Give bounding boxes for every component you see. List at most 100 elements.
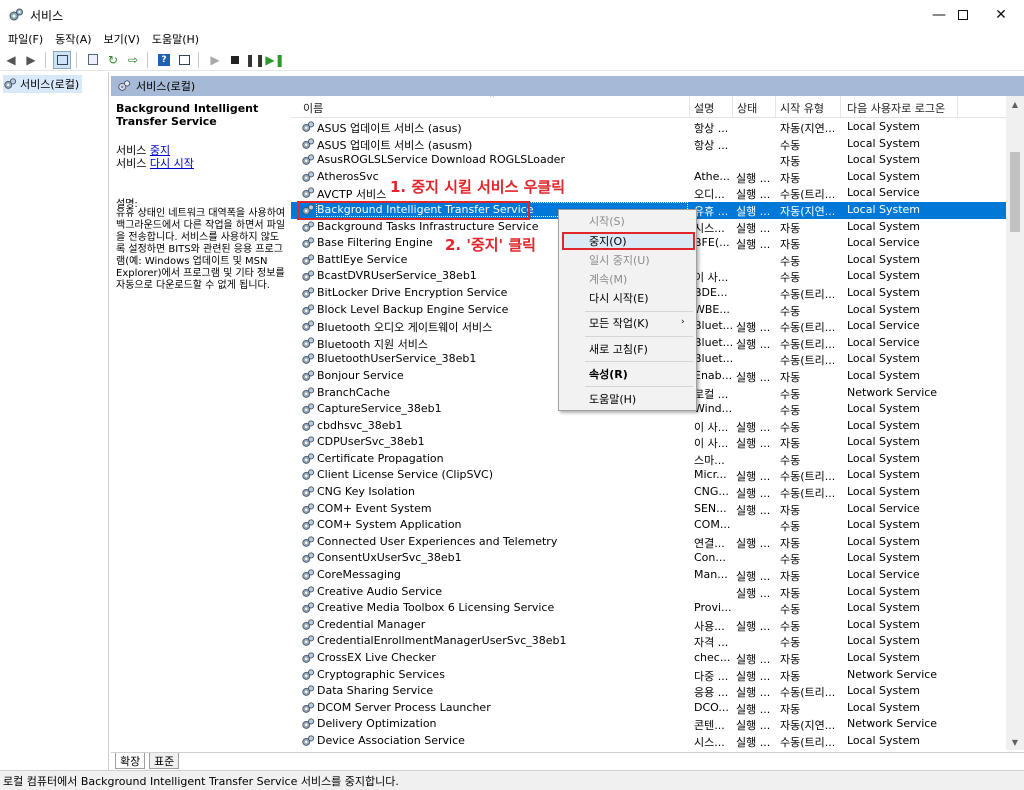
view-button[interactable] [175,51,193,69]
stop-service-link[interactable]: 중지 [150,144,170,157]
service-logon: Local System [847,584,921,598]
start-service-button[interactable]: ▶ [206,51,224,69]
help-button[interactable]: ? [155,51,173,69]
context-menu-stop[interactable]: 중지(O) [589,232,626,250]
show-tree-button[interactable] [53,50,71,69]
context-menu-properties[interactable]: 속성(R) [589,365,628,383]
service-description: 이 사... [694,271,729,285]
column-header-status[interactable]: 상태 [737,100,757,116]
toolbar: ◀ ▶ ↻ ⇨ ? ▶ ❚❚ ▶❚ [0,49,1024,71]
table-row[interactable]: Cryptographic Services 다중 ... 실행 ... 자동 Netw… [291,667,1006,684]
export-button[interactable]: ⇨ [124,51,142,69]
toolbar-separator [45,51,46,68]
table-row[interactable]: Creative Media Toolbox 6 Licensing Servi… [291,600,1006,617]
context-menu-start[interactable]: 시작(S) [589,212,625,230]
column-separator[interactable] [689,96,690,118]
service-startup-type: 수동 [780,420,801,434]
table-row[interactable]: ASUS 업데이트 서비스 (asus) 항상 ... 자동(지연... Local … [291,119,1006,136]
service-status: 실행 ... [736,238,771,252]
service-status: 실행 ... [736,337,771,351]
forward-button[interactable]: ▶ [22,51,40,69]
table-row[interactable]: CoreMessaging Man... 실행 ... 자동 Local Service [291,567,1006,584]
table-row[interactable]: Client License Service (ClipSVC) Micr... 실… [291,467,1006,484]
table-row[interactable]: COM+ Event System SEN... 실행 ... 자동 Local Ser… [291,501,1006,518]
pause-service-button[interactable]: ❚❚ [245,51,265,69]
restart-service-link[interactable]: 다시 시작 [150,157,194,170]
restart-service-button[interactable]: ▶❚ [265,51,284,69]
service-gear-icon [301,502,315,516]
service-status: 실행 ... [736,702,771,716]
properties-button[interactable] [84,51,102,69]
context-menu-refresh[interactable]: 새로 고침(F) [589,340,648,358]
tab-extended[interactable]: 확장 [115,753,146,769]
table-row[interactable]: AsusROGLSLService Download ROGLSLoader 자동… [291,152,1006,169]
table-row[interactable]: CDPUserSvc_38eb1 이 사... 실행 ... 자동 Local Syst… [291,434,1006,451]
export-icon: ⇨ [127,52,139,67]
properties-icon [88,54,98,65]
description-pane: Background Intelligent Transfer Service … [111,96,291,750]
table-row[interactable]: ConsentUxUserSvc_38eb1 Con... 수동 Local Syst… [291,550,1006,567]
table-row[interactable]: Creative Audio Service 실행 ... 자동 Local Syst… [291,584,1006,601]
service-status: 실행 ... [736,735,771,749]
vertical-scrollbar[interactable]: ▲ ▼ [1006,96,1024,750]
column-separator[interactable] [957,96,958,118]
context-menu-help[interactable]: 도움말(H) [589,390,636,408]
tab-standard[interactable]: 표준 [149,753,180,769]
back-button[interactable]: ◀ [2,51,20,69]
refresh-button[interactable]: ↻ [104,51,122,69]
stop-service-button[interactable] [226,51,244,69]
column-header-startup-type[interactable]: 시작 유형 [780,100,824,116]
column-separator[interactable] [732,96,733,118]
service-logon: Local Service [847,319,920,333]
table-row[interactable]: Data Sharing Service 응용 ... 실행 ... 수동(트리...… [291,683,1006,700]
menu-help[interactable]: 도움말(H) [152,31,199,47]
scroll-up-button[interactable]: ▲ [1006,96,1024,112]
table-row[interactable]: CrossEX Live Checker chec... 실행 ... 자동 Local… [291,650,1006,667]
service-gear-icon [301,651,315,665]
service-status: 실행 ... [736,204,771,218]
status-bar: 로컬 컴퓨터에서 Background Intelligent Transfer… [0,770,1024,790]
column-header-logon[interactable]: 다음 사용자로 로그온 [847,100,945,116]
service-status: 실행 ... [736,619,771,633]
menu-file[interactable]: 파일(F) [8,31,43,47]
tab-standard-label: 표준 [154,754,175,768]
back-arrow-icon: ◀ [6,52,16,67]
table-row[interactable]: cbdhsvc_38eb1 이 사... 실행 ... 수동 Local System [291,418,1006,435]
context-menu-resume[interactable]: 계속(M) [589,270,627,288]
service-description: 이 사... [694,420,729,434]
service-status: 실행 ... [736,437,771,451]
menu-view[interactable]: 보기(V) [104,31,140,47]
column-header-description[interactable]: 설명 [694,100,714,116]
service-status: 실행 ... [736,370,771,384]
table-row[interactable]: CNG Key Isolation CNG... 실행 ... 수동(트리... Loc… [291,484,1006,501]
table-row[interactable]: Certificate Propagation 스마... 수동 Local Syst… [291,451,1006,468]
column-separator[interactable] [840,96,841,118]
service-logon: Network Service [847,385,938,399]
service-startup-type: 수동(트리... [780,354,836,368]
column-separator[interactable] [775,96,776,118]
table-row[interactable]: Connected User Experiences and Telemetry… [291,534,1006,551]
table-row[interactable]: ASUS 업데이트 서비스 (asusm) 항상 ... 수동 Local Syste… [291,136,1006,153]
service-description: SEN... [694,501,727,515]
table-row[interactable]: COM+ System Application COM... 수동 Local Sys… [291,517,1006,534]
service-description: Con... [694,551,726,565]
table-row[interactable]: CredentialEnrollmentManagerUserSvc_38eb1… [291,633,1006,650]
context-menu-all-tasks[interactable]: 모든 작업(K) [589,314,649,332]
table-row[interactable]: Delivery Optimization 콘텐... 실행 ... 자동(지연...… [291,716,1006,733]
scroll-thumb[interactable] [1010,152,1020,232]
table-row[interactable]: Device Association Service 시스... 실행 ... 수동(… [291,733,1006,750]
service-gear-icon [301,303,315,317]
menu-action[interactable]: 동작(A) [55,31,91,47]
service-gear-icon [301,153,315,167]
tree-item-services-local[interactable]: 서비스(로컬) [3,75,83,93]
scroll-down-button[interactable]: ▼ [1006,734,1024,750]
service-startup-type: 자동 [780,155,801,169]
close-button[interactable]: ✕ [978,0,1024,30]
table-row[interactable]: DCOM Server Process Launcher DCO... 실행 ...… [291,700,1006,717]
column-header-name[interactable]: 이름 [303,100,323,116]
context-menu-restart[interactable]: 다시 시작(E) [589,289,649,307]
context-menu-pause[interactable]: 일시 중지(U) [589,251,650,269]
table-row[interactable]: Credential Manager 사용... 실행 ... 수동 Local Sys… [291,617,1006,634]
service-description: Man... [694,568,728,582]
toolbar-separator [198,51,199,68]
